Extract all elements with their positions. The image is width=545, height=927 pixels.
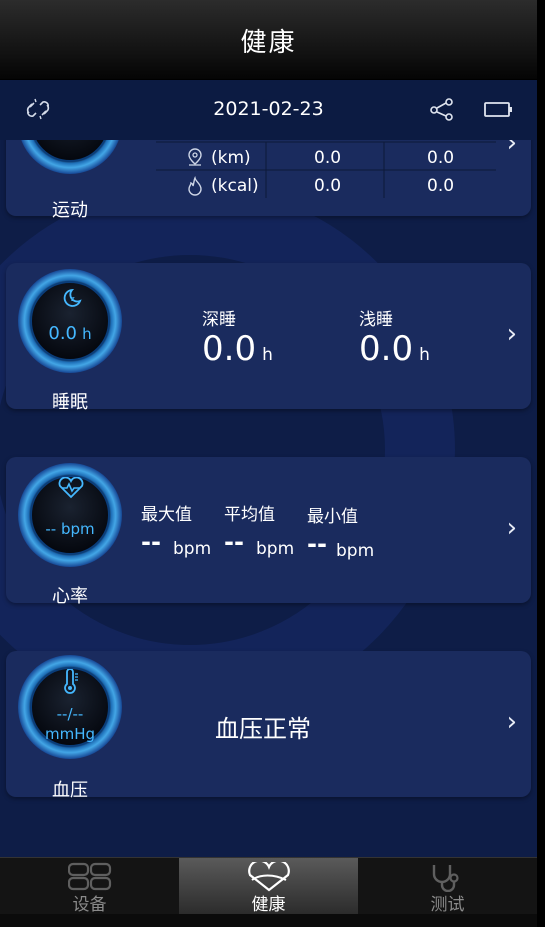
page-title: 健康	[240, 28, 297, 58]
sport-label: 运动	[52, 200, 88, 221]
distance-unit: (km)	[211, 148, 251, 168]
light-sleep-unit: h	[419, 345, 430, 365]
sleep-ring-unit: h	[82, 325, 92, 343]
battery-icon	[484, 100, 514, 124]
sleep-label: 睡眠	[52, 392, 88, 413]
distance-value-2: 0.0	[427, 148, 455, 168]
heart-rate-card[interactable]: -- bpm 心率 最大值 平均值 最小值 -- bpm -- bpm -- b…	[6, 457, 531, 607]
heart-rate-ring: -- bpm	[18, 463, 122, 567]
tab-devices[interactable]: 设备	[0, 858, 179, 915]
moon-icon: z	[58, 287, 82, 313]
calorie-unit: (kcal)	[211, 176, 259, 196]
share-icon[interactable]	[428, 95, 456, 127]
avg-label: 平均值	[224, 505, 275, 525]
heart-rate-label: 心率	[52, 586, 88, 607]
calorie-value-2: 0.0	[427, 176, 455, 196]
avg-value: --	[224, 528, 244, 556]
deep-sleep-value: 0.0	[202, 329, 257, 369]
bp-ring-value: --/--	[56, 705, 84, 723]
light-sleep-value-row: 0.0 h	[359, 329, 430, 369]
avg-unit: bpm	[256, 539, 295, 559]
bp-status: 血压正常	[215, 715, 311, 743]
deep-sleep-label: 深睡	[202, 310, 236, 330]
blood-pressure-ring: --/-- mmHg	[18, 655, 122, 759]
date-bar: 2021-02-23	[0, 80, 537, 140]
tab-test[interactable]: 测试	[358, 858, 537, 915]
sleep-ring-value: 0.0	[48, 323, 78, 344]
blood-pressure-chevron-icon[interactable]: ›	[507, 707, 517, 737]
thermometer-icon	[60, 668, 80, 699]
calorie-value-1: 0.0	[314, 176, 342, 196]
heart-ring-value: -- bpm	[45, 520, 95, 538]
blood-pressure-label: 血压	[52, 780, 88, 801]
flame-icon	[186, 175, 204, 200]
sleep-card[interactable]: z 0.0 h 睡眠 深睡 0.0 h 浅睡 0.0 h ›	[6, 263, 531, 413]
title-bar: 健康	[0, 0, 537, 80]
tab-test-label: 测试	[430, 895, 465, 915]
max-label: 最大值	[141, 505, 192, 525]
deep-sleep-unit: h	[262, 345, 273, 365]
min-label: 最小值	[307, 507, 358, 527]
sleep-chevron-icon[interactable]: ›	[507, 319, 517, 349]
right-edge	[537, 0, 545, 927]
min-value: --	[307, 530, 327, 558]
max-value: --	[141, 528, 161, 556]
svg-text:z: z	[71, 295, 75, 303]
tab-health-label: 健康	[251, 895, 286, 915]
light-sleep-label: 浅睡	[359, 310, 393, 330]
location-pin-icon	[186, 147, 204, 171]
heart-rate-chevron-icon[interactable]: ›	[507, 513, 517, 543]
deep-sleep-value-row: 0.0 h	[202, 329, 273, 369]
current-date[interactable]: 2021-02-23	[0, 98, 537, 120]
tab-devices-label: 设备	[72, 895, 107, 915]
bottom-nav: 设备 健康 测试	[0, 857, 537, 915]
light-sleep-value: 0.0	[359, 329, 414, 369]
blood-pressure-card[interactable]: --/-- mmHg 血压 血压正常 ›	[6, 651, 531, 801]
nav-bottom-strip	[0, 914, 537, 927]
health-screen: 步 运动 (km) 0.0 0.0 (kcal) 0.0 0.0 › z	[0, 0, 537, 927]
sleep-ring: z 0.0 h	[18, 269, 122, 373]
bp-ring-unit: mmHg	[44, 725, 96, 743]
min-unit: bpm	[336, 541, 375, 561]
tab-health[interactable]: 健康	[179, 858, 358, 915]
heart-pulse-icon	[57, 476, 85, 503]
max-unit: bpm	[173, 539, 212, 559]
distance-value-1: 0.0	[314, 148, 342, 168]
